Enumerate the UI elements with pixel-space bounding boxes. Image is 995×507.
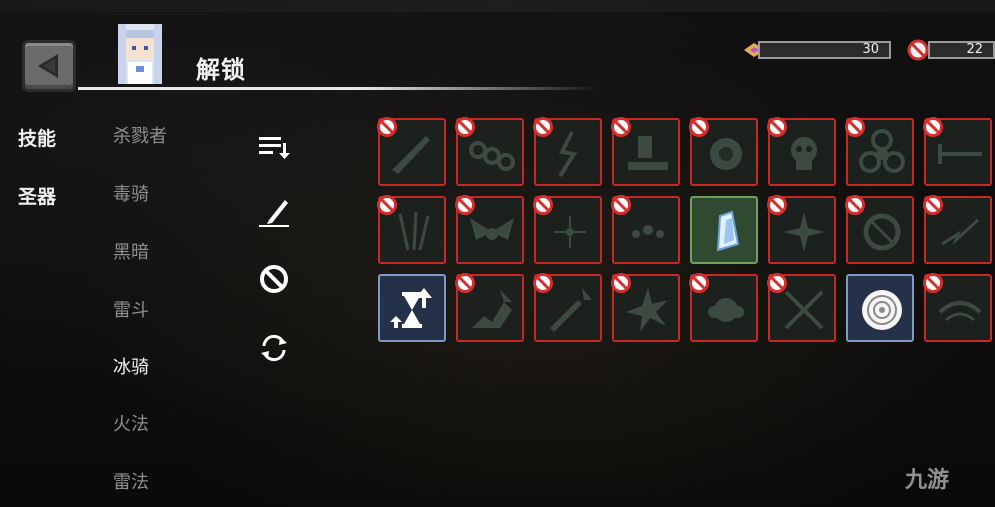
ban-filter-icon <box>260 265 288 293</box>
pen-icon <box>259 200 289 227</box>
ban-filter-button[interactable] <box>256 261 292 297</box>
watermark: 九游 <box>905 468 950 493</box>
page-title: 解锁 <box>196 56 246 84</box>
skill-cell[interactable] <box>611 273 680 342</box>
locked-badge-icon <box>533 195 553 215</box>
locked-badge-icon <box>377 117 397 137</box>
locked-badge-icon <box>689 273 709 293</box>
locked-badge-icon <box>923 117 943 137</box>
category-skills[interactable]: 技能 <box>18 124 56 151</box>
gem-count: 30 <box>758 41 891 59</box>
skill-cell[interactable] <box>611 195 680 264</box>
skill-cell[interactable] <box>689 273 758 342</box>
locked-badge-icon <box>767 117 787 137</box>
draw-button[interactable] <box>256 194 292 230</box>
locked-badge-icon <box>455 273 475 293</box>
locked-badge-icon <box>923 273 943 293</box>
top-hud-strip <box>0 0 995 12</box>
back-button[interactable] <box>22 40 76 92</box>
title-underline <box>78 87 598 90</box>
locked-badge-icon <box>455 195 475 215</box>
skill-cell[interactable] <box>845 195 914 264</box>
skill-cell[interactable] <box>690 196 758 264</box>
refresh-button[interactable] <box>256 330 292 366</box>
category-relics[interactable]: 圣器 <box>18 182 56 209</box>
ban-count: 22 <box>928 41 995 59</box>
locked-badge-icon <box>455 117 475 137</box>
refresh-icon <box>261 334 287 362</box>
class-item[interactable]: 雷法 <box>113 468 149 494</box>
locked-badge-icon <box>533 273 553 293</box>
class-item[interactable]: 黑暗 <box>113 238 149 264</box>
skill-cell[interactable] <box>533 273 602 342</box>
skill-cell[interactable] <box>611 117 680 186</box>
locked-badge-icon <box>923 195 943 215</box>
locked-badge-icon <box>611 273 631 293</box>
skill-cell[interactable] <box>533 117 602 186</box>
skill-cell[interactable] <box>377 117 446 186</box>
class-item[interactable]: 杀戮者 <box>113 122 167 148</box>
skill-cell[interactable] <box>923 117 992 186</box>
locked-badge-icon <box>611 117 631 137</box>
sort-icon <box>259 137 290 159</box>
skill-cell[interactable] <box>455 195 524 264</box>
locked-badge-icon <box>533 117 553 137</box>
class-item[interactable]: 毒骑 <box>113 180 149 206</box>
skill-cell[interactable] <box>377 195 446 264</box>
skill-cell[interactable] <box>923 273 992 342</box>
skill-cell[interactable] <box>846 274 914 342</box>
vortex-icon <box>862 290 902 330</box>
locked-badge-icon <box>611 195 631 215</box>
locked-badge-icon <box>845 117 865 137</box>
ban-icon <box>907 39 929 61</box>
class-item[interactable]: 雷斗 <box>113 296 149 322</box>
sort-button[interactable] <box>256 128 292 164</box>
locked-badge-icon <box>767 273 787 293</box>
hourglass-up-icon <box>390 288 432 328</box>
locked-badge-icon <box>377 195 397 215</box>
ice-shard-icon <box>716 210 740 252</box>
skill-cell[interactable] <box>767 195 836 264</box>
locked-badge-icon <box>767 195 787 215</box>
class-item[interactable]: 火法 <box>113 410 149 436</box>
skill-cell[interactable] <box>923 195 992 264</box>
character-portrait <box>110 20 170 88</box>
skill-cell[interactable] <box>533 195 602 264</box>
skill-cell[interactable] <box>767 273 836 342</box>
back-arrow-icon <box>38 54 58 78</box>
locked-badge-icon <box>689 117 709 137</box>
skill-cell[interactable] <box>455 273 524 342</box>
skill-cell[interactable] <box>378 274 446 342</box>
locked-badge-icon <box>845 195 865 215</box>
skill-cell[interactable] <box>455 117 524 186</box>
skill-cell[interactable] <box>689 117 758 186</box>
skill-cell[interactable] <box>767 117 836 186</box>
class-item[interactable]: 冰骑 <box>113 353 149 379</box>
skill-cell[interactable] <box>845 117 914 186</box>
